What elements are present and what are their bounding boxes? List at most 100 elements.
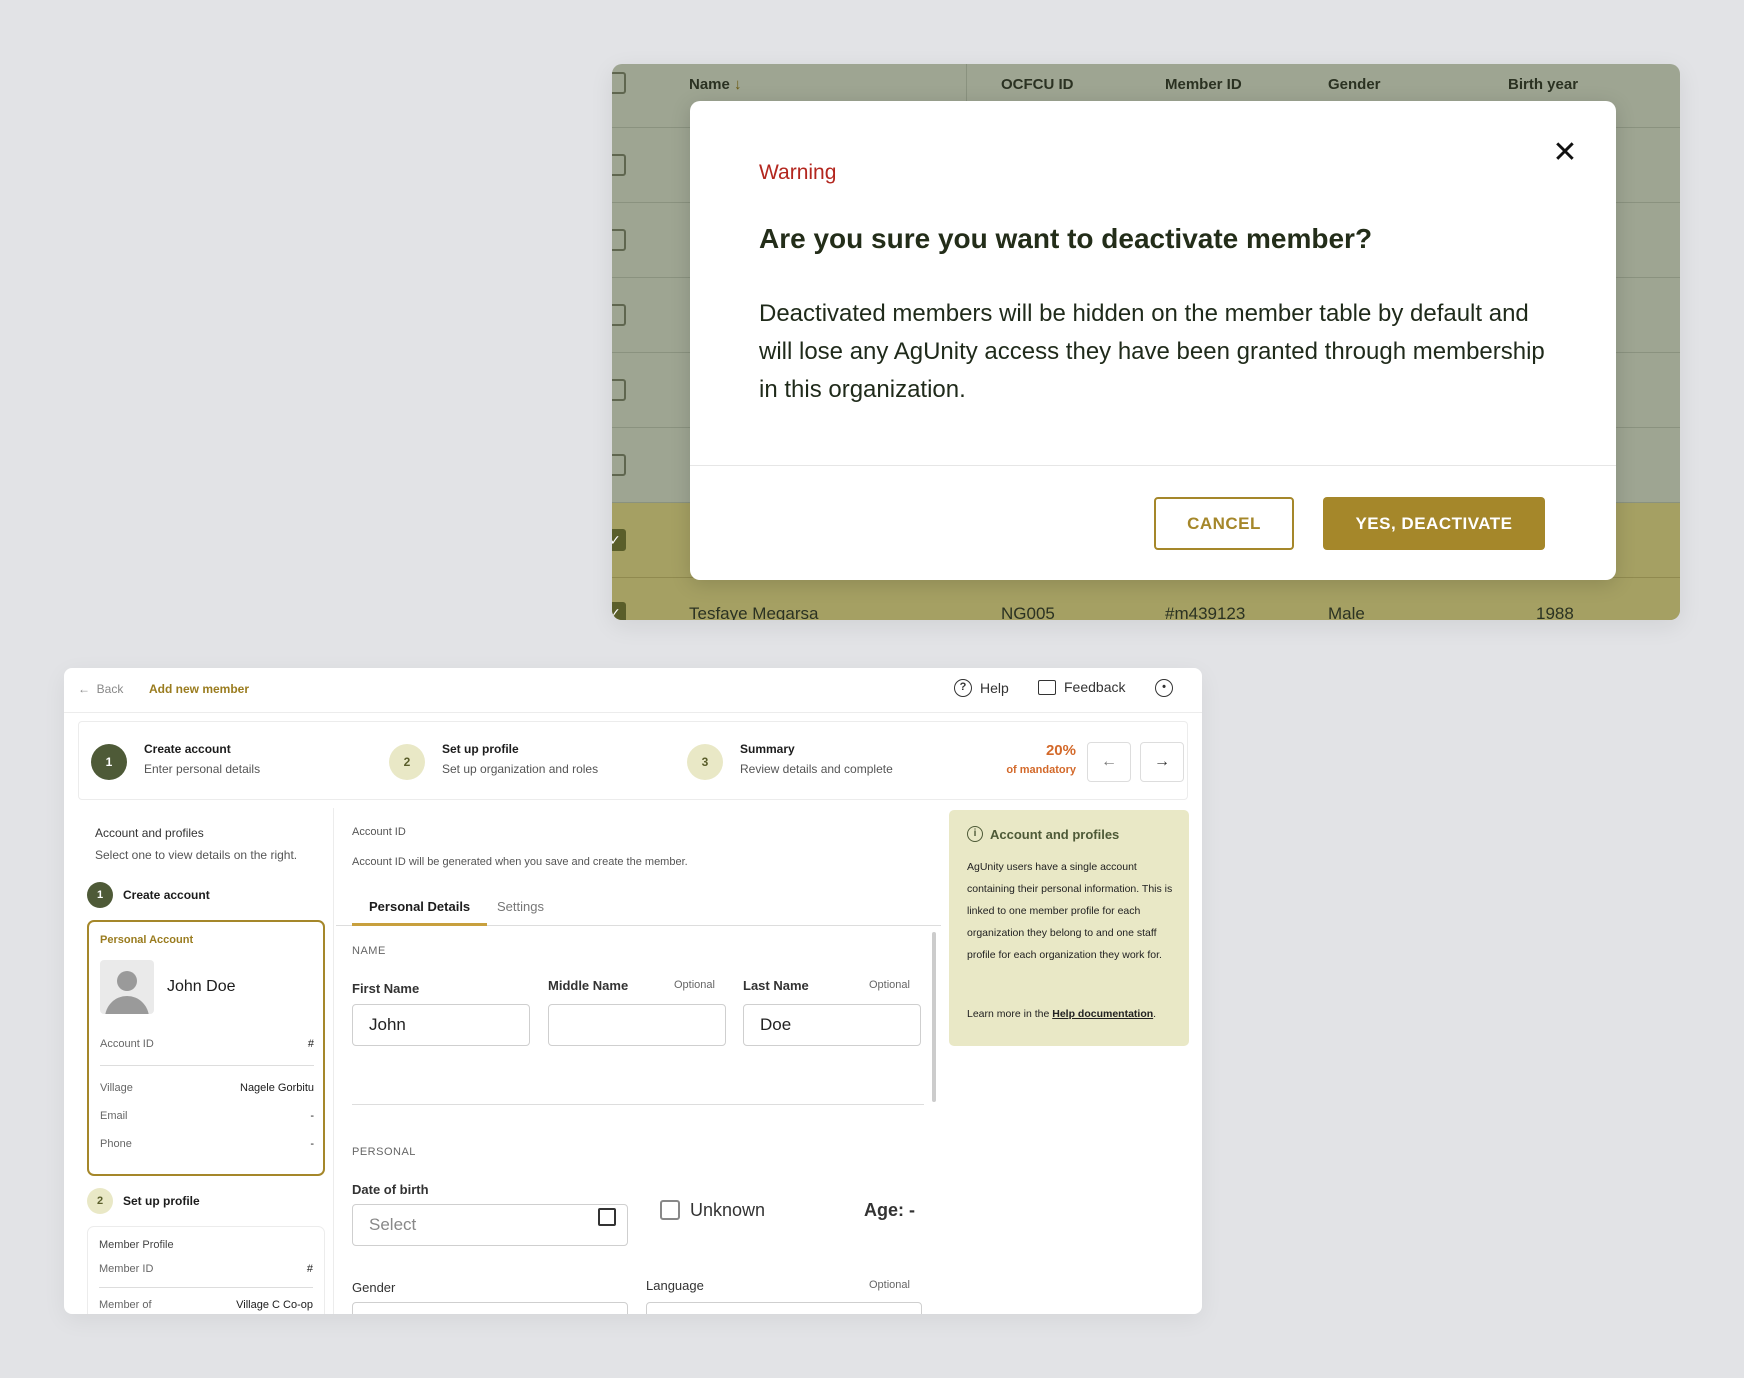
member-table-overlay: Name ↓ OCFCU ID Member ID Gender Birth y… (612, 64, 1680, 620)
step-title: Summary (740, 742, 795, 756)
last-name-label: Last Name (743, 978, 809, 993)
row-checkbox-checked[interactable]: ✓ (612, 602, 626, 620)
help-button[interactable]: ? Help (954, 679, 1009, 697)
dialog-body: Deactivated members will be hidden on th… (759, 300, 1545, 403)
table-row[interactable]: ✓ Tesfaye Megarsa NG005 #m439123 Male 19… (612, 578, 1680, 620)
profile-button[interactable]: • (1155, 679, 1173, 697)
feedback-label: Feedback (1064, 679, 1126, 695)
dob-field[interactable]: Select (352, 1204, 628, 1246)
select-all-checkbox[interactable] (612, 72, 626, 94)
dialog-divider (690, 465, 1616, 466)
info-icon: i (967, 826, 983, 842)
divider (100, 1065, 314, 1066)
help-icon: ? (954, 679, 972, 697)
progress-percent: 20% (1045, 742, 1076, 759)
help-documentation-link[interactable]: Help documentation (1052, 1008, 1153, 1020)
dob-label: Date of birth (352, 1182, 429, 1197)
tab-settings[interactable]: Settings (480, 886, 561, 926)
column-birth-year-header[interactable]: Birth year (1508, 76, 1578, 93)
age-value: Age: - (864, 1200, 915, 1220)
sort-down-icon[interactable]: ↓ (734, 76, 742, 93)
progress-stepper: 1 Create account Enter personal details … (78, 721, 1188, 800)
section-divider (352, 1104, 924, 1105)
top-bar: ← Back Add new member ? Help Feedback • (64, 668, 1202, 713)
account-id-row: Account ID # (100, 1038, 314, 1050)
calendar-icon[interactable] (598, 1208, 616, 1226)
language-label: Language (646, 1278, 704, 1293)
village-row: Village Nagele Gorbitu (100, 1082, 314, 1094)
optional-label: Optional (869, 979, 910, 991)
step-number: 3 (687, 744, 723, 780)
back-link[interactable]: ← Back (78, 682, 123, 696)
info-panel: i Account and profiles AgUnity users have… (949, 810, 1189, 1046)
confirm-deactivate-button[interactable]: YES, DEACTIVATE (1323, 497, 1545, 550)
scrollbar[interactable] (932, 932, 936, 1102)
gender-label: Gender (352, 1280, 396, 1295)
details-tabs: Personal Details Settings (336, 886, 941, 926)
user-circle-icon: • (1155, 679, 1173, 697)
info-title: i Account and profiles (967, 826, 1119, 842)
arrow-left-icon: ← (78, 682, 90, 696)
optional-label: Optional (869, 1279, 910, 1291)
account-id-label: Account ID (352, 826, 406, 838)
row-checkbox[interactable] (612, 379, 626, 401)
first-name-field[interactable]: John (352, 1004, 530, 1046)
feedback-button[interactable]: Feedback (1038, 679, 1125, 695)
progress-label: of mandatory (1006, 764, 1076, 776)
sidebar-subtitle: Select one to view details on the right. (95, 848, 298, 862)
step-number: 2 (389, 744, 425, 780)
cell-name: Tesfaye Megarsa (689, 604, 819, 620)
prev-step-button[interactable]: ← (1087, 742, 1131, 782)
middle-name-field[interactable] (548, 1004, 726, 1046)
column-ocfcu-header[interactable]: OCFCU ID (1001, 76, 1074, 93)
add-member-form: ← Back Add new member ? Help Feedback • 1… (64, 668, 1202, 1314)
optional-label: Optional (674, 979, 715, 991)
account-name: John Doe (167, 978, 236, 995)
step-subtitle: Set up organization and roles (442, 762, 599, 776)
tab-personal-details[interactable]: Personal Details (352, 886, 488, 926)
unknown-dob-checkbox[interactable] (660, 1200, 680, 1220)
cancel-button[interactable]: CANCEL (1154, 497, 1294, 550)
gender-select[interactable]: Unspecified (352, 1302, 628, 1314)
feedback-icon (1038, 679, 1056, 695)
step-number: 1 (87, 882, 113, 908)
row-checkbox[interactable] (612, 229, 626, 251)
section-name-heading: NAME (352, 945, 386, 957)
unknown-label: Unknown (690, 1200, 766, 1220)
email-row: Email - (100, 1110, 314, 1122)
cell-member-id: #m439123 (1165, 604, 1246, 620)
info-more: Learn more in the Help documentation. (967, 1008, 1157, 1020)
member-profile-card[interactable]: Member Profile Member ID # Member of Villa… (87, 1226, 325, 1314)
help-label: Help (980, 680, 1009, 696)
column-name-header[interactable]: Name ↓ (689, 76, 742, 93)
deactivate-dialog: Warning ✕ Are you sure you want to deact… (690, 101, 1616, 580)
dialog-title: Are you sure you want to deactivate memb… (759, 223, 1373, 254)
sidebar-step-label: Create account (123, 888, 210, 902)
step-subtitle: Review details and complete (740, 762, 893, 776)
divider (99, 1287, 313, 1288)
row-checkbox-checked[interactable]: ✓ (612, 529, 626, 551)
section-personal-heading: PERSONAL (352, 1146, 416, 1158)
step-number: 1 (91, 744, 127, 780)
last-name-field[interactable]: Doe (743, 1004, 921, 1046)
column-name-label: Name (689, 76, 730, 93)
step-title: Create account (144, 742, 231, 756)
middle-name-label: Middle Name (548, 978, 629, 993)
member-details-panel: Account ID Account ID will be generated … (336, 808, 941, 1314)
member-id-row: Member ID # (99, 1263, 313, 1275)
column-member-id-header[interactable]: Member ID (1165, 76, 1242, 93)
breadcrumb: Add new member (149, 682, 250, 696)
row-checkbox[interactable] (612, 304, 626, 326)
account-sidebar: Account and profiles Select one to view … (78, 808, 334, 1314)
avatar (100, 960, 154, 1014)
column-gender-header[interactable]: Gender (1328, 76, 1381, 93)
language-select[interactable]: Select (646, 1302, 922, 1314)
row-checkbox[interactable] (612, 454, 626, 476)
step-title: Set up profile (442, 742, 519, 756)
close-icon[interactable]: ✕ (1548, 136, 1582, 170)
back-label: Back (96, 682, 124, 696)
row-checkbox[interactable] (612, 154, 626, 176)
next-step-button[interactable]: → (1140, 742, 1184, 782)
cell-ocfcu-id: NG005 (1001, 604, 1055, 620)
personal-account-card[interactable]: Personal Account John Doe Account ID # Vi… (87, 920, 325, 1176)
